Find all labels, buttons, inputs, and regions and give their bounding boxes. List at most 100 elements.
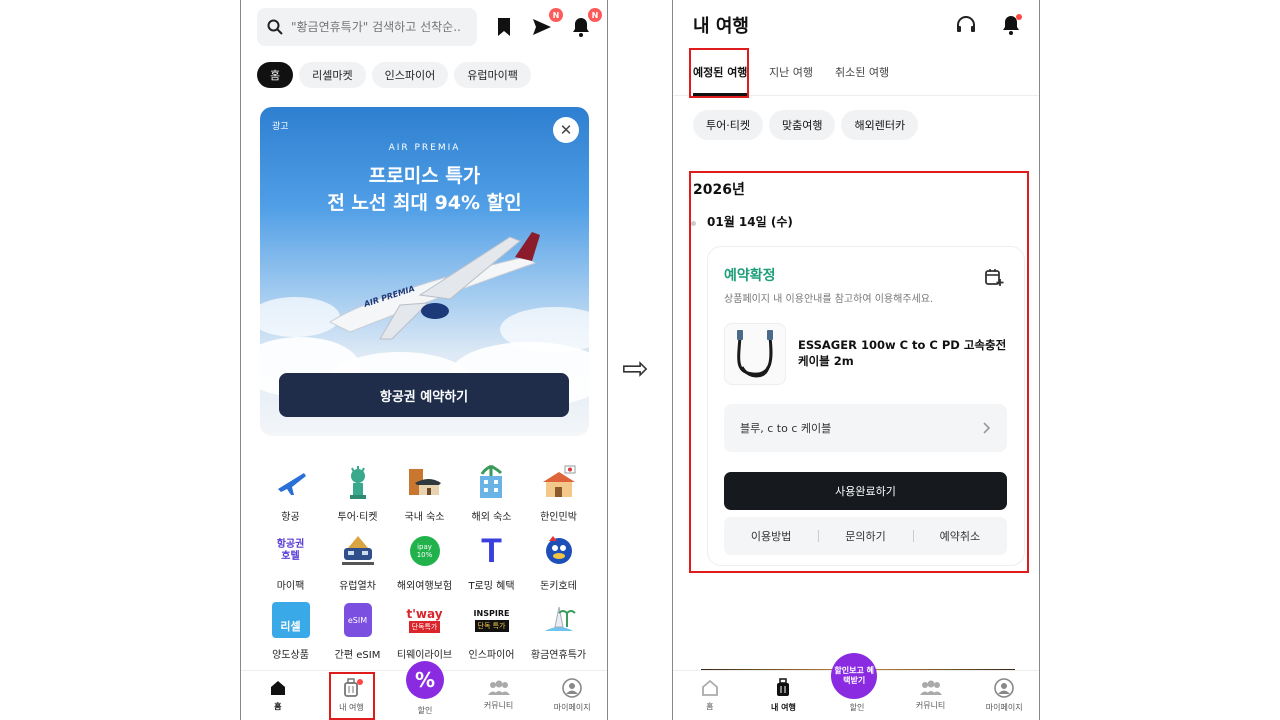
timeline-dot [691, 221, 696, 226]
grid-item-t-roaming[interactable]: T T로밍 혜택 [458, 531, 525, 593]
chevron-right-icon [983, 422, 991, 434]
tab-home[interactable]: 홈 [673, 671, 747, 720]
trip-tabs: 예정된 여행 지난 여행 취소된 여행 [673, 50, 1039, 96]
grid-item-label: 투어·티켓 [337, 512, 378, 523]
product-option-text: 블루, c to c 케이블 [740, 422, 832, 435]
grid-item-label: 국내 숙소 [404, 512, 445, 523]
ad-headline: 프로미스 특가 전 노선 최대 94% 할인 [260, 163, 589, 217]
grid-item-flight[interactable]: 항공 [257, 462, 324, 523]
grid-item-domestic-stay[interactable]: 국내 숙소 [391, 462, 458, 523]
cancel-booking-button[interactable]: 예약취소 [912, 528, 1007, 544]
product-option-row[interactable]: 블루, c to c 케이블 [724, 404, 1007, 452]
active-tab-indicator [693, 93, 747, 96]
category-chips: 홈 리셀마켓 인스파이어 유럽마이팩 [257, 62, 531, 88]
grid-item-resell[interactable]: 리셀 양도상품 [257, 600, 324, 661]
discount-icon: % [405, 661, 444, 699]
transition-arrow: ⇨ [622, 349, 649, 387]
search-icon [267, 19, 283, 35]
tab-my-trip[interactable]: 내 여행 [747, 671, 821, 720]
how-to-use-button[interactable]: 이용방법 [724, 528, 818, 544]
tab-discount[interactable]: % 할인 [388, 661, 462, 720]
chip-home[interactable]: 홈 [257, 62, 294, 88]
tab-home[interactable]: 홈 [241, 671, 315, 720]
grid-item-tour-ticket[interactable]: 투어·티켓 [324, 462, 391, 523]
profile-icon [562, 678, 582, 698]
train-icon [338, 531, 378, 571]
ad-headline-line2: 전 노선 최대 94% 할인 [327, 192, 522, 214]
grid-item-label: 간편 eSIM [334, 650, 381, 661]
grid-item-label: 유럽열차 [339, 581, 376, 592]
new-dot [1016, 14, 1022, 20]
send-button[interactable]: N [529, 8, 563, 40]
grid-item-label: 한인민박 [540, 512, 577, 523]
date-heading: 01월 14일 (수) [707, 215, 793, 229]
grid-item-label: 해외 숙소 [471, 512, 512, 523]
tway-icon: t'way 단독특가 [406, 607, 443, 633]
grid-item-europe-train[interactable]: 유럽열차 [324, 531, 391, 592]
tab-cancelled-trips[interactable]: 취소된 여행 [835, 64, 889, 80]
grid-item-mypack[interactable]: 항공권 호텔 마이팩 [257, 531, 324, 592]
grid-item-donki[interactable]: 돈키호테 [525, 531, 592, 592]
tab-upcoming-trips[interactable]: 예정된 여행 [693, 64, 747, 80]
tab-label: 마이페이지 [553, 703, 591, 712]
resell-icon: 리셀 [271, 600, 311, 640]
left-phone-screen: N N 홈 리셀마켓 인스파이어 유럽마이팩 광고 ✕ AIR PREMIA 프… [240, 0, 608, 720]
product-thumbnail[interactable] [724, 323, 786, 385]
tab-label: 커뮤니티 [483, 701, 514, 710]
chip-tour-ticket[interactable]: 투어·티켓 [693, 110, 763, 140]
ad-close-button[interactable]: ✕ [553, 117, 579, 143]
korean-house-icon [539, 462, 579, 502]
esim-icon: eSIM [338, 600, 378, 640]
grid-item-label: 해외여행보험 [396, 581, 453, 592]
grid-item-esim[interactable]: eSIM 간편 eSIM [324, 600, 391, 661]
tab-label: 홈 [706, 702, 714, 711]
tab-mypage[interactable]: 마이페이지 [535, 671, 607, 720]
donki-icon [539, 531, 579, 571]
tab-past-trips[interactable]: 지난 여행 [769, 64, 813, 80]
tab-discount[interactable]: 할인보고 혜택받기 할인 [820, 653, 894, 720]
promo-bubble[interactable]: 할인보고 혜택받기 [831, 653, 878, 699]
new-badge: N [549, 8, 563, 22]
tab-label: 내 여행 [770, 703, 796, 712]
notification-button[interactable]: N [568, 8, 602, 40]
booking-status-description: 상품페이지 내 이용안내를 참고하여 이용해주세요. [724, 294, 934, 305]
bottom-tab-bar: 홈 내 여행 할인보고 혜택받기 할인 커뮤니티 마이페이지 [673, 653, 1039, 720]
search-input[interactable] [291, 20, 461, 34]
grid-item-golden-holiday[interactable]: 황금연휴특가 [525, 600, 592, 661]
grid-item-overseas-stay[interactable]: 해외 숙소 [458, 462, 525, 523]
headset-icon [957, 16, 975, 32]
ad-banner[interactable]: 광고 ✕ AIR PREMIA 프로미스 특가 전 노선 최대 94% 할인 A… [260, 107, 589, 436]
add-calendar-button[interactable] [984, 267, 1004, 291]
chip-custom-travel[interactable]: 맞춤여행 [768, 110, 836, 140]
grid-item-inspire[interactable]: INSPIRE 단독 특가 인스파이어 [458, 600, 525, 662]
product-name[interactable]: ESSAGER 100w C to C PD 고속충전케이블 2m [798, 337, 1013, 369]
tab-community[interactable]: 커뮤니티 [894, 671, 968, 720]
tab-community[interactable]: 커뮤니티 [462, 671, 536, 720]
bottom-tab-bar: 홈 내 여행 % 할인 커뮤니티 마이페이지 [241, 661, 607, 720]
book-flight-button[interactable]: 항공권 예약하기 [279, 373, 569, 417]
grid-item-tway-live[interactable]: t'way 단독특가 티웨이라이브 [391, 600, 458, 661]
grid-item-korean-minbak[interactable]: 한인민박 [525, 462, 592, 523]
home-icon [701, 679, 718, 696]
chip-europe-mypack[interactable]: 유럽마이팩 [454, 62, 531, 88]
tab-my-trip[interactable]: 내 여행 [315, 671, 389, 720]
bookmark-button[interactable] [491, 14, 517, 40]
chip-resell-market[interactable]: 리셀마켓 [299, 62, 366, 88]
chip-inspire[interactable]: 인스파이어 [371, 62, 449, 88]
inquiry-button[interactable]: 문의하기 [818, 528, 912, 544]
insurance-icon: ipay 10% [405, 531, 445, 571]
search-bar[interactable] [257, 8, 477, 46]
profile-icon [994, 678, 1014, 698]
send-icon [533, 19, 551, 35]
ad-label: 광고 [272, 122, 289, 132]
tab-label: 할인 [849, 703, 865, 712]
grid-item-travel-insurance[interactable]: ipay 10% 해외여행보험 [391, 531, 458, 592]
mark-used-button[interactable]: 사용완료하기 [724, 472, 1007, 510]
booking-status: 예약확정 [724, 268, 776, 284]
tab-mypage[interactable]: 마이페이지 [967, 671, 1039, 720]
right-phone-screen: 내 여행 예정된 여행 지난 여행 취소된 여행 투어·티켓 맞춤여행 해외렌터… [672, 0, 1040, 720]
notification-button[interactable] [1001, 14, 1022, 40]
chip-overseas-rentcar[interactable]: 해외렌터카 [841, 110, 919, 140]
grid-item-label: 인스파이어 [468, 650, 515, 661]
support-button[interactable] [955, 14, 977, 40]
